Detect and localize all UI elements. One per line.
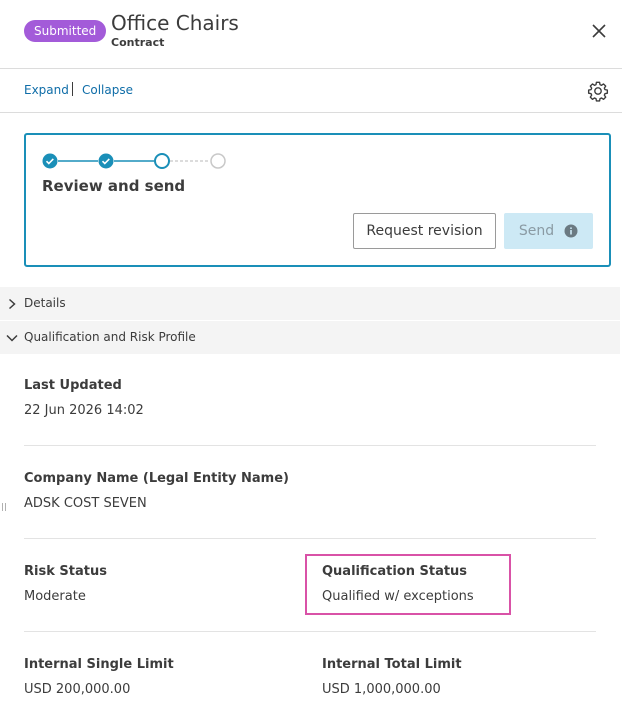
link-divider [72, 82, 73, 96]
internal-single-limit-label: Internal Single Limit [24, 657, 174, 672]
step-title: Review and send [42, 177, 186, 195]
company-name-label: Company Name (Legal Entity Name) [24, 471, 289, 486]
send-button-label: Send [518, 223, 555, 239]
chevron-right-icon [8, 298, 16, 310]
step-3-current-icon [154, 153, 170, 169]
panel-header: Submitted Office Chairs Contract [0, 0, 622, 69]
close-icon [592, 24, 606, 38]
field-divider [24, 445, 596, 446]
step-1-complete-icon [42, 153, 58, 169]
internal-total-limit-label: Internal Total Limit [322, 657, 462, 672]
details-section-label: Details [24, 296, 66, 310]
internal-single-limit-value: USD 200,000.00 [24, 682, 131, 697]
field-divider [24, 631, 596, 632]
qualification-section-label: Qualification and Risk Profile [24, 330, 196, 344]
progress-stepper [42, 153, 226, 169]
workflow-step-card: Review and send Request revision Send [24, 133, 611, 267]
qualification-section-header[interactable]: Qualification and Risk Profile [0, 321, 620, 354]
status-badge: Submitted [24, 20, 107, 42]
collapse-link[interactable]: Collapse [82, 83, 133, 97]
page-title: Office Chairs [111, 11, 239, 35]
field-divider [24, 538, 596, 539]
info-icon [564, 224, 578, 238]
qualification-status-value: Qualified w/ exceptions [322, 589, 474, 604]
page-subtitle: Contract [111, 36, 165, 49]
last-updated-value: 22 Jun 2026 14:02 [24, 403, 144, 418]
qualification-status-label: Qualification Status [322, 564, 468, 579]
resize-handle-icon[interactable] [2, 503, 6, 511]
step-4-pending-icon [210, 153, 226, 169]
close-button[interactable] [588, 20, 610, 42]
company-name-value: ADSK COST SEVEN [24, 496, 147, 511]
risk-status-value: Moderate [24, 589, 86, 604]
request-revision-button[interactable]: Request revision [353, 213, 496, 249]
send-button[interactable]: Send [504, 213, 593, 249]
toolbar: Expand Collapse [0, 69, 622, 113]
chevron-down-icon [6, 334, 18, 342]
settings-button[interactable] [587, 80, 609, 102]
expand-link[interactable]: Expand [24, 83, 69, 97]
details-section-header[interactable]: Details [0, 287, 620, 320]
gear-icon [587, 81, 609, 102]
step-2-complete-icon [98, 153, 114, 169]
risk-status-label: Risk Status [24, 564, 107, 579]
last-updated-label: Last Updated [24, 378, 122, 393]
internal-total-limit-value: USD 1,000,000.00 [322, 682, 441, 697]
